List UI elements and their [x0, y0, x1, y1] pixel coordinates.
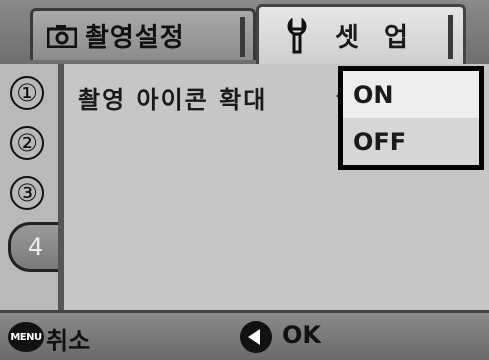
page-3-indicator[interactable]: ③ [10, 176, 44, 210]
menu-button-icon[interactable]: MENU [8, 322, 44, 352]
option-on[interactable]: ON [343, 71, 479, 118]
tab-setup-label: 셋 업 [335, 23, 416, 53]
ok-label: OK [282, 321, 321, 349]
camera-icon [46, 24, 78, 48]
wrench-icon [283, 16, 311, 54]
option-off[interactable]: OFF [343, 118, 479, 165]
tab-setup[interactable]: 셋 업 [256, 4, 466, 64]
option-dropdown: ON OFF [338, 66, 484, 170]
page-4-indicator[interactable]: 4 [8, 222, 60, 272]
setting-row-enlarge-icons[interactable]: 촬영 아이콘 확대 [64, 76, 334, 118]
cancel-label: 취소 [46, 327, 91, 355]
tab-shooting-settings-label: 촬영설정 [85, 23, 185, 53]
camera-menu-screen: 촬영설정 셋 업 ① ② ③ 4 촬영 아이콘 확대 ON OFF MENU 취… [0, 0, 489, 360]
setting-label: 촬영 아이콘 확대 [78, 85, 268, 114]
tab-shooting-settings[interactable]: 촬영설정 [30, 8, 256, 60]
tab-bar: 촬영설정 셋 업 [0, 0, 489, 64]
footer-bar: MENU 취소 OK [0, 310, 489, 360]
page-1-indicator[interactable]: ① [10, 76, 44, 110]
left-key-icon[interactable] [240, 321, 272, 353]
page-2-indicator[interactable]: ② [10, 126, 44, 160]
page-selector: ① ② ③ 4 [0, 64, 64, 310]
